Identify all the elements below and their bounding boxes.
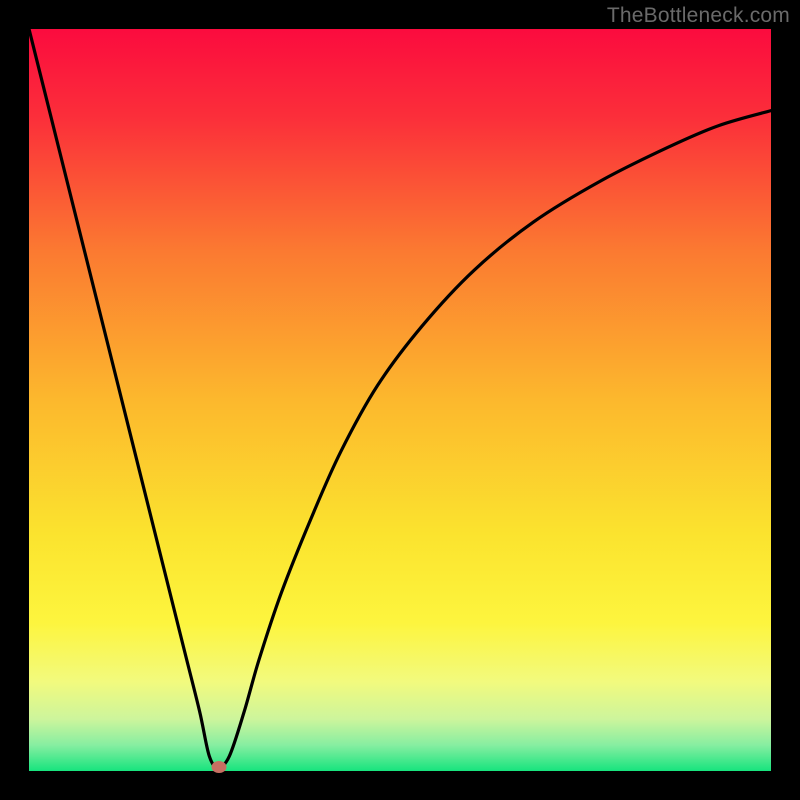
- gradient-background: [29, 29, 771, 771]
- chart-plot: [29, 29, 771, 771]
- optimal-point-marker: [211, 761, 226, 773]
- watermark-text: TheBottleneck.com: [607, 4, 790, 28]
- chart-frame: [29, 29, 771, 771]
